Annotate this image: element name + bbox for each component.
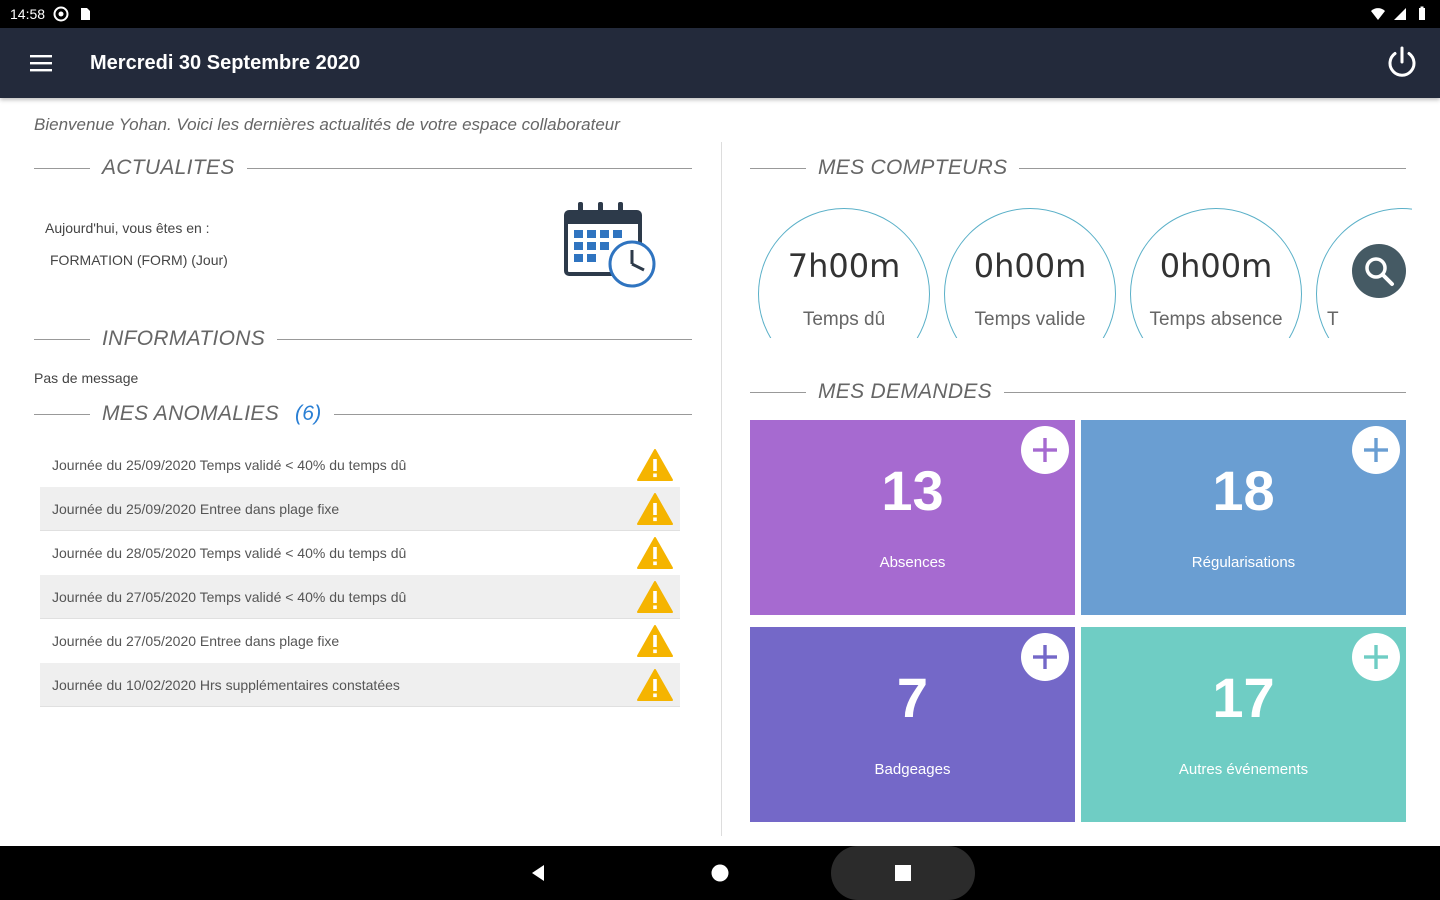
recents-square-icon xyxy=(895,865,911,881)
plus-icon xyxy=(1033,645,1057,669)
logout-button[interactable] xyxy=(1380,41,1424,85)
plus-icon xyxy=(1033,438,1057,462)
vpn-icon xyxy=(53,6,69,22)
anomaly-item[interactable]: Journée du 25/09/2020 Temps validé < 40%… xyxy=(40,443,680,487)
anomaly-item[interactable]: Journée du 25/09/2020 Entree dans plage … xyxy=(40,487,680,531)
warning-icon xyxy=(637,624,673,657)
warning-icon xyxy=(637,668,673,701)
actualite-status: FORMATION (FORM) (Jour) xyxy=(50,252,228,268)
plus-icon xyxy=(1364,438,1388,462)
actualite-text: Aujourd'hui, vous êtes en : xyxy=(45,220,210,236)
search-icon xyxy=(1365,257,1394,286)
column-divider xyxy=(721,142,722,836)
warning-icon xyxy=(637,536,673,569)
tile-badgeages[interactable]: 7 Badgeages xyxy=(750,627,1075,822)
anomaly-item[interactable]: Journée du 28/05/2020 Temps validé < 40%… xyxy=(40,531,680,575)
plus-icon xyxy=(1364,645,1388,669)
counter-temps-du[interactable]: 7h00m Temps dû xyxy=(758,208,930,338)
section-anomalies: MES ANOMALIES (6) xyxy=(34,402,692,426)
status-time: 14:58 xyxy=(10,6,46,22)
tile-autres-evenements[interactable]: 17 Autres événements xyxy=(1081,627,1406,822)
wifi-icon xyxy=(1370,6,1386,22)
section-actualites: ACTUALITES xyxy=(34,156,692,180)
back-triangle-icon xyxy=(532,865,544,881)
sd-card-icon xyxy=(77,6,93,22)
section-title: ACTUALITES xyxy=(102,156,235,179)
anomaly-item[interactable]: Journée du 27/05/2020 Entree dans plage … xyxy=(40,619,680,663)
calendar-clock-icon xyxy=(562,200,662,292)
battery-icon xyxy=(1414,6,1430,22)
add-absence-button[interactable] xyxy=(1021,426,1069,474)
anomalies-list: Journée du 25/09/2020 Temps validé < 40%… xyxy=(40,443,680,707)
search-button[interactable] xyxy=(1352,244,1406,298)
add-regularisation-button[interactable] xyxy=(1352,426,1400,474)
system-nav-bar xyxy=(0,846,1440,900)
anomalies-count: (6) xyxy=(295,402,322,425)
warning-icon xyxy=(637,580,673,613)
tile-regularisations[interactable]: 18 Régularisations xyxy=(1081,420,1406,615)
status-bar: 14:58 xyxy=(0,0,1440,28)
anomaly-item[interactable]: Journée du 10/02/2020 Hrs supplémentaire… xyxy=(40,663,680,707)
counter-temps-valide[interactable]: 0h00m Temps valide xyxy=(944,208,1116,338)
add-autre-evenement-button[interactable] xyxy=(1352,633,1400,681)
tile-absences[interactable]: 13 Absences xyxy=(750,420,1075,615)
back-button[interactable] xyxy=(516,846,560,900)
counters-carousel[interactable]: 7h00m Temps dû 0h00m Temps valide 0h00m … xyxy=(752,208,1412,338)
section-title: MES ANOMALIES xyxy=(102,402,279,425)
section-title: MES DEMANDES xyxy=(818,380,992,403)
information-message: Pas de message xyxy=(34,370,139,386)
section-compteurs: MES COMPTEURS xyxy=(750,156,1406,180)
app-bar: Mercredi 30 Septembre 2020 xyxy=(0,28,1440,98)
hamburger-icon xyxy=(30,55,52,72)
home-circle-icon xyxy=(711,864,729,882)
counter-temps-absence[interactable]: 0h00m Temps absence xyxy=(1130,208,1302,338)
section-informations: INFORMATIONS xyxy=(34,327,692,351)
warning-icon xyxy=(637,448,673,481)
signal-icon xyxy=(1392,6,1408,22)
home-button[interactable] xyxy=(698,846,742,900)
section-title: MES COMPTEURS xyxy=(818,156,1008,179)
anomaly-item[interactable]: Journée du 27/05/2020 Temps validé < 40%… xyxy=(40,575,680,619)
warning-icon xyxy=(637,492,673,525)
recents-button[interactable] xyxy=(831,846,975,900)
page-title: Mercredi 30 Septembre 2020 xyxy=(90,51,361,74)
welcome-message: Bienvenue Yohan. Voici les dernières act… xyxy=(34,115,620,134)
menu-button[interactable] xyxy=(20,42,62,84)
section-demandes: MES DEMANDES xyxy=(750,380,1406,404)
power-icon xyxy=(1388,46,1416,77)
add-badgeage-button[interactable] xyxy=(1021,633,1069,681)
section-title: INFORMATIONS xyxy=(102,327,266,350)
